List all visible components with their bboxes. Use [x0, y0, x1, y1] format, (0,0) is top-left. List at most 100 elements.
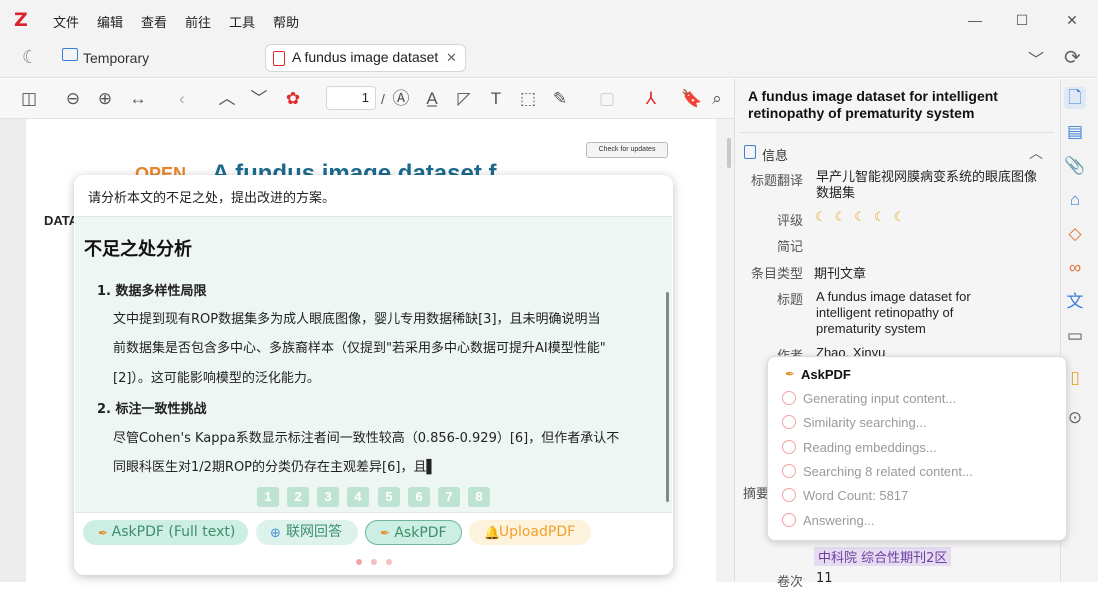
page-separator: / [381, 91, 385, 107]
library-icon[interactable]: ⌂ [1064, 189, 1086, 211]
answer-line: [2]）。这可能影响模型的泛化能力。 [113, 371, 320, 386]
answer-item-title: 2. 标注一致性挑战 [97, 402, 207, 417]
chat-scrollbar[interactable] [666, 292, 669, 502]
carousel-dot[interactable] [371, 559, 377, 565]
field-label-abstract: 摘要 [742, 487, 769, 502]
page-button-1[interactable]: 1 [257, 487, 279, 507]
translate-icon[interactable]: 文 [1064, 291, 1086, 313]
ai-assistant-icon[interactable]: ✿ [282, 88, 304, 110]
next-page-icon[interactable]: ﹀ [248, 88, 270, 110]
abstract-tab-icon[interactable]: ▤ [1064, 121, 1086, 143]
note-icon[interactable]: ◸ [453, 88, 475, 110]
menu-tools[interactable]: 工具 [229, 12, 255, 31]
back-icon[interactable]: ‹ [171, 88, 193, 110]
locate-icon[interactable]: ⊙ [1064, 407, 1086, 429]
feather-icon: ✒ [785, 367, 796, 381]
notes-icon[interactable]: ▯ [1064, 367, 1086, 389]
progress-step: Searching 8 related content... [803, 464, 973, 479]
chevron-down-icon[interactable]: ﹀ [1028, 46, 1044, 70]
answer-line: 文中提到现有ROP数据集多为成人眼底图像，婴儿专用数据稀缺[3]，且未明确说明当 [113, 312, 601, 327]
page-button-7[interactable]: 7 [438, 487, 460, 507]
progress-step: Word Count: 5817 [803, 488, 909, 503]
answer-line: 同眼科医生对1/2期ROP的分类仍存在主观差异[6]，且▌ [113, 460, 437, 475]
bell-icon: 🔔 [484, 525, 501, 540]
section-info-heading[interactable]: 信息 [762, 145, 788, 164]
moon-icon[interactable]: ☾ [22, 47, 38, 68]
globe-icon: ⊕ [270, 525, 281, 540]
underline-text-icon[interactable]: A̲ [421, 88, 443, 110]
zoom-out-icon[interactable]: ⊖ [62, 88, 84, 110]
document-scrollbar[interactable] [716, 119, 734, 582]
pdf-icon [273, 51, 285, 66]
progress-step: Answering... [803, 513, 875, 528]
field-value-title-translation[interactable]: 早产儿智能视网膜病变系统的眼底图像数据集 [816, 170, 1046, 202]
chevron-up-icon[interactable]: ︿ [1029, 143, 1043, 163]
info-icon [744, 145, 756, 159]
info-tab-icon[interactable]: 🗋 [1064, 87, 1086, 109]
tab-temporary[interactable]: Temporary [83, 46, 149, 70]
menu-help[interactable]: 帮助 [273, 12, 299, 31]
color-picker-icon[interactable]: ▢ [596, 88, 618, 110]
app-logo: Z [14, 9, 28, 31]
page-button-5[interactable]: 5 [378, 487, 400, 507]
menu-go[interactable]: 前往 [185, 12, 211, 31]
area-select-icon[interactable]: ⬚ [517, 88, 539, 110]
page-button-2[interactable]: 2 [287, 487, 309, 507]
answer-item-title: 1. 数据多样性局限 [97, 284, 207, 299]
tab-title: A fundus image dataset [292, 49, 439, 65]
feather-icon: ✒ [98, 526, 109, 540]
menu-view[interactable]: 查看 [141, 12, 167, 31]
tag-icon[interactable]: ◇ [1064, 223, 1086, 245]
menu-edit[interactable]: 编辑 [97, 12, 123, 31]
tab-close-icon[interactable]: ✕ [446, 50, 457, 66]
progress-step: Generating input content... [803, 391, 957, 406]
close-icon[interactable]: ✕ [1049, 8, 1095, 32]
field-value-volume[interactable]: 11 [816, 571, 833, 586]
check-updates-badge[interactable]: Check for updates [586, 142, 668, 158]
popup-title: AskPDF [801, 367, 851, 382]
fit-width-icon[interactable]: ↔ [127, 88, 149, 110]
field-label-item-type: 条目类型 [750, 267, 803, 282]
progress-step-icon [782, 415, 796, 429]
page-button-3[interactable]: 3 [317, 487, 339, 507]
attachment-icon[interactable]: 📎 [1064, 155, 1086, 177]
field-label-title: 标题 [776, 293, 803, 308]
sidebar-toggle-icon[interactable]: ◫ [18, 88, 40, 110]
maximize-icon[interactable]: ☐ [999, 8, 1045, 32]
field-label-short-note: 简记 [776, 240, 803, 255]
search-icon[interactable]: ⌕ [708, 88, 726, 110]
outline-icon[interactable]: ▭ [1064, 325, 1086, 347]
field-label-volume: 卷次 [776, 575, 803, 590]
sync-icon[interactable]: ⟳ [1064, 45, 1081, 70]
menu-file[interactable]: 文件 [53, 12, 79, 31]
acrobat-icon[interactable]: ⅄ [640, 88, 662, 110]
carousel-dot[interactable] [386, 559, 392, 565]
item-title: A fundus image dataset for intelligent r… [748, 88, 998, 121]
progress-step-icon [782, 440, 796, 454]
ink-icon[interactable]: ✎ [549, 88, 571, 110]
carousel-dot[interactable] [356, 559, 362, 565]
rating-stars-icon[interactable]: ☾☾☾☾☾ [815, 209, 913, 225]
prev-page-icon[interactable]: ︿ [216, 88, 238, 110]
field-value-item-type[interactable]: 期刊文章 [814, 263, 866, 282]
divider [75, 512, 672, 513]
bookmark-icon[interactable]: 🔖 [681, 88, 703, 110]
zoom-in-icon[interactable]: ⊕ [94, 88, 116, 110]
progress-step-icon [782, 488, 796, 502]
field-value-title[interactable]: A fundus image dataset for intelligent r… [816, 289, 1016, 337]
feather-icon: ✒ [380, 526, 391, 540]
text-tool-icon[interactable]: T [485, 88, 507, 110]
related-link-icon[interactable]: ∞ [1064, 257, 1086, 279]
journal-rank-badge: 中科院 综合性期刊2区 [814, 547, 952, 566]
answer-line: 前数据集是否包含多中心、多族裔样本（仅提到"若采用多中心数据可提升AI模型性能" [113, 341, 606, 356]
page-button-8[interactable]: 8 [468, 487, 490, 507]
page-number-input[interactable]: 1 [326, 86, 376, 110]
tab-bar [0, 40, 1098, 78]
page-button-4[interactable]: 4 [347, 487, 369, 507]
page-button-6[interactable]: 6 [408, 487, 430, 507]
progress-step-icon [782, 513, 796, 527]
minimize-icon[interactable]: — [952, 8, 998, 32]
scrollbar-thumb[interactable] [727, 138, 731, 168]
text-box-icon[interactable]: Ⓐ [390, 88, 412, 110]
progress-step: Similarity searching... [803, 415, 927, 430]
